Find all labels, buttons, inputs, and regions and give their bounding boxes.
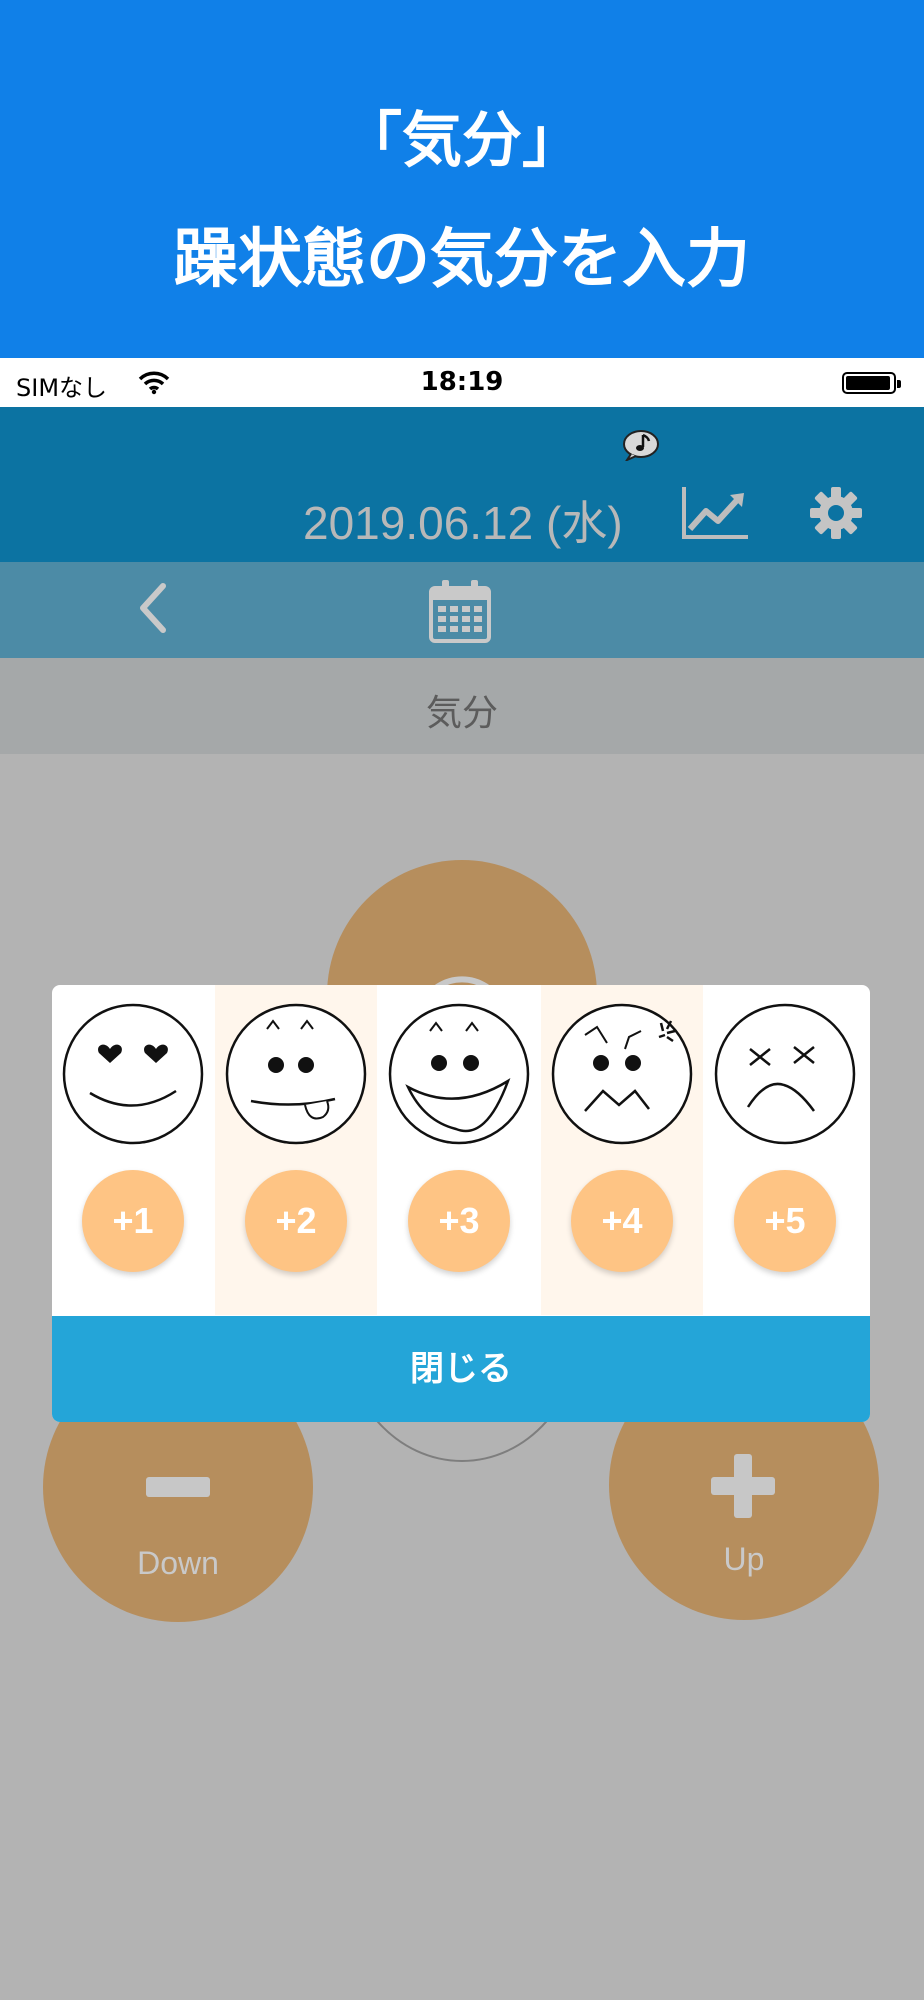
grinning-face-icon xyxy=(388,1003,530,1145)
mood-button-4[interactable]: +4 xyxy=(571,1170,673,1272)
mood-option[interactable]: +4 xyxy=(541,985,703,1315)
mood-button-3[interactable]: +3 xyxy=(408,1170,510,1272)
current-date: 2019.06.12 (水) xyxy=(303,497,623,549)
section-title: 気分 xyxy=(425,693,498,734)
mood-option[interactable]: +5 xyxy=(704,985,866,1315)
angry-face-icon xyxy=(551,1003,693,1145)
dizzy-face-icon xyxy=(714,1003,856,1145)
battery-icon xyxy=(842,372,901,394)
banner-title: 「気分」 xyxy=(342,106,582,176)
minus-icon xyxy=(146,1477,210,1497)
banner-subtitle: 躁状態の気分を入力 xyxy=(174,223,750,297)
app-header: 2019.06.12 (水) xyxy=(0,407,924,562)
mood-option[interactable]: +2 xyxy=(215,985,377,1315)
mood-button-2[interactable]: +2 xyxy=(245,1170,347,1272)
mood-button-5[interactable]: +5 xyxy=(734,1170,836,1272)
chart-trend-icon[interactable] xyxy=(680,485,750,545)
date-navigation xyxy=(0,562,924,658)
mood-option[interactable]: +3 xyxy=(378,985,540,1315)
clock: 18:19 xyxy=(420,367,504,397)
tongue-out-face-icon xyxy=(225,1003,367,1145)
down-label: Down xyxy=(137,1545,219,1581)
section-header: 気分 xyxy=(0,658,924,754)
promo-banner: 「気分」 躁状態の気分を入力 xyxy=(0,0,924,358)
close-button[interactable]: 閉じる xyxy=(52,1316,870,1422)
gear-icon[interactable] xyxy=(808,485,864,545)
mood-option[interactable]: +1 xyxy=(52,985,214,1315)
heart-eyes-face-icon xyxy=(62,1003,204,1145)
chevron-left-icon[interactable] xyxy=(135,582,169,638)
mood-button-1[interactable]: +1 xyxy=(82,1170,184,1272)
music-note-bubble-icon[interactable] xyxy=(622,429,660,463)
status-bar: SIMなし 18:19 xyxy=(0,358,924,407)
calendar-icon[interactable] xyxy=(428,578,492,648)
mood-picker-dialog: +1 +2 +3 +4 +5 閉じる xyxy=(52,985,870,1422)
up-label: Up xyxy=(723,1541,765,1577)
